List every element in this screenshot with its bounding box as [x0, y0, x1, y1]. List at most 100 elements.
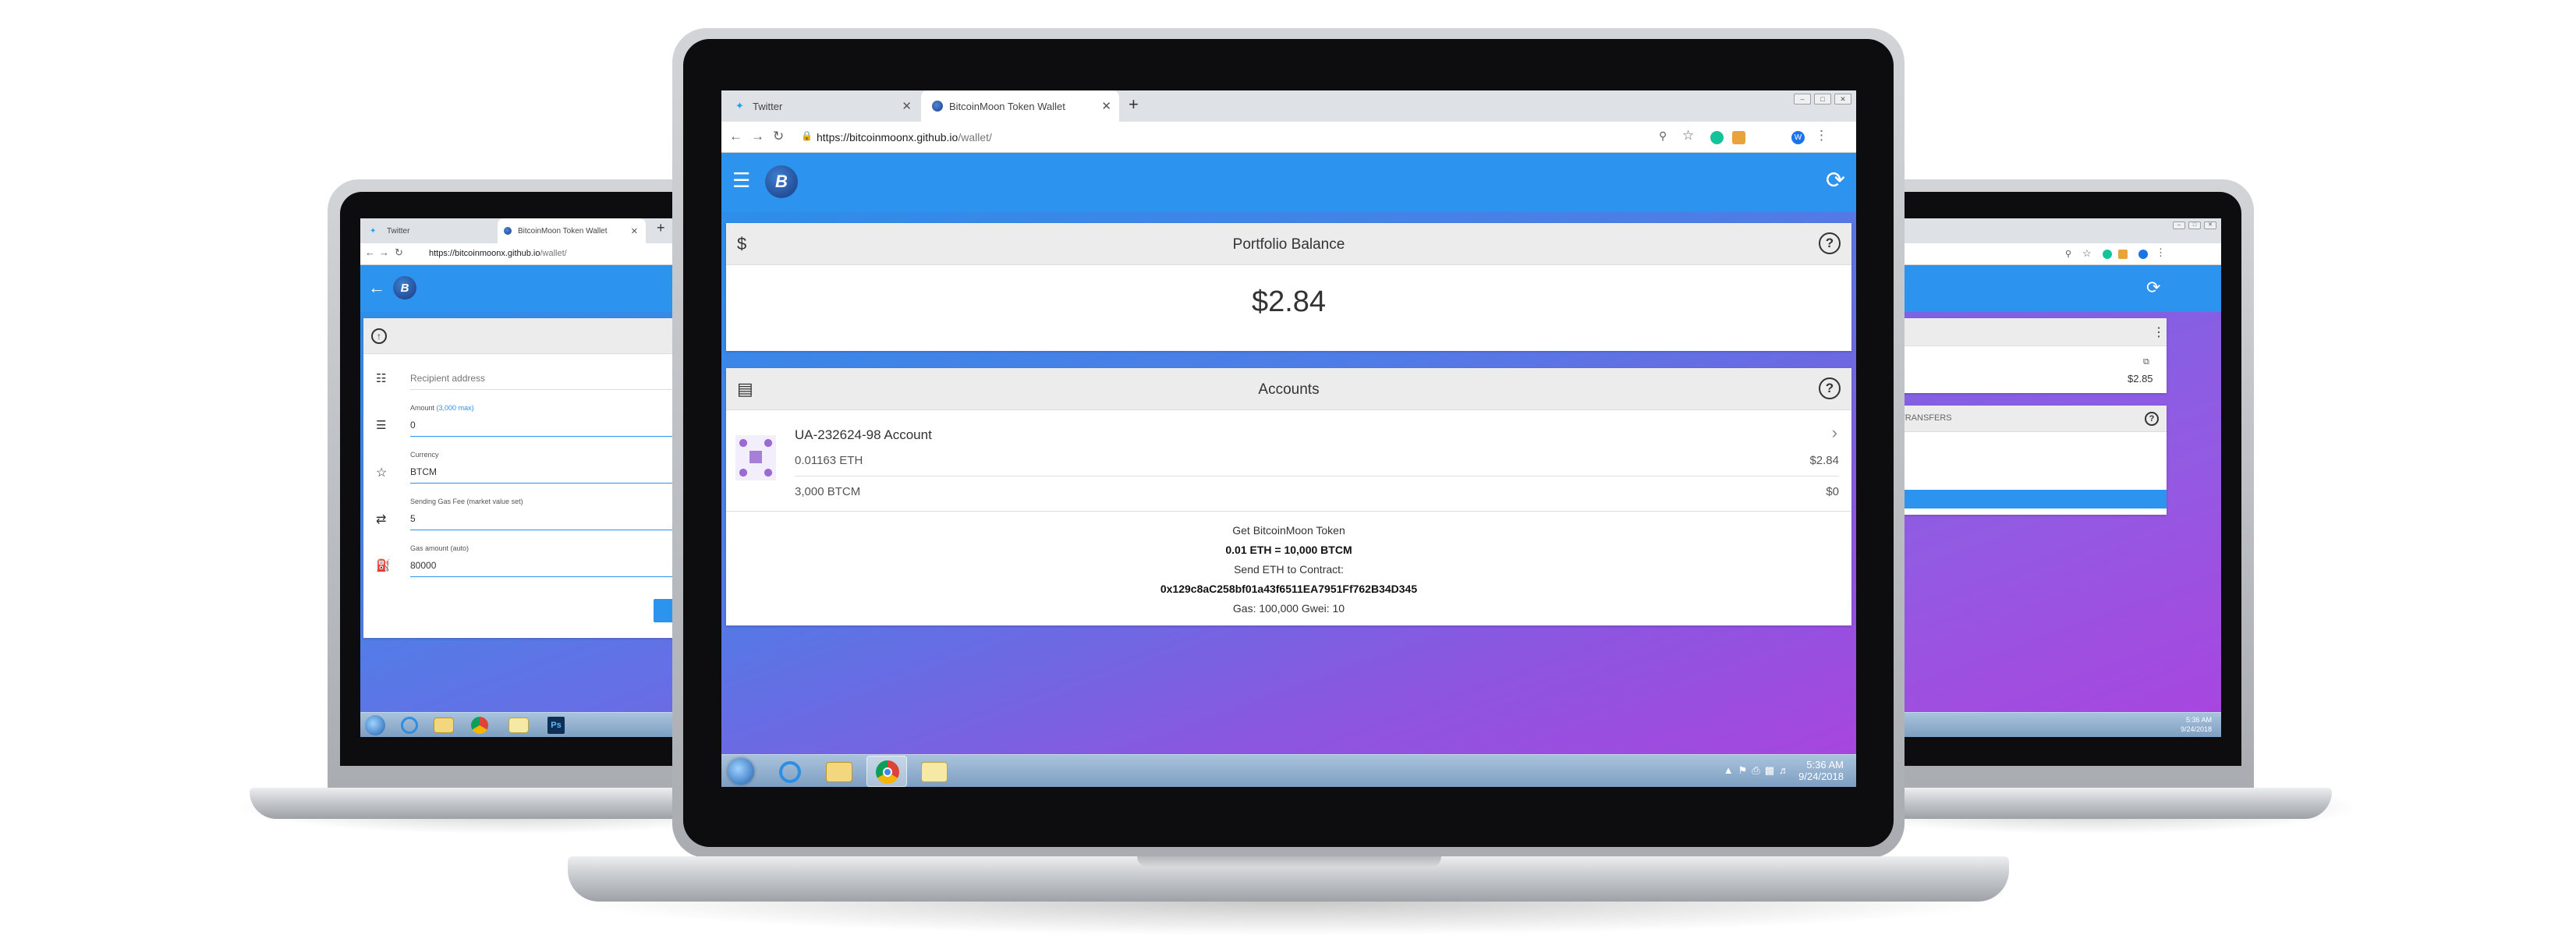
extension-icon[interactable]	[1732, 131, 1745, 144]
right-app-bar: ⟳	[1864, 265, 2221, 312]
menu-dots-icon[interactable]: ⋮	[2156, 246, 2166, 259]
refresh-icon[interactable]: ⟳	[2146, 278, 2160, 298]
send-form-card: ↑ ☷ ☰ Amount (3,000 max) 0 ☆ Currency BT…	[363, 318, 718, 638]
chrome-center-icon	[883, 767, 892, 777]
right-screen: – □ ✕ ⚲ ☆ ⋮ ⟳ ⋮ ⧉ $2.85 TRANSFERS ? 5:36…	[1864, 218, 2221, 737]
profile-avatar-icon[interactable]: W	[1791, 131, 1805, 144]
back-icon[interactable]: ←	[365, 246, 375, 258]
accounts-title: Accounts	[1258, 381, 1320, 398]
close-tab-icon[interactable]: ✕	[902, 99, 912, 113]
amount-input[interactable]: 0	[410, 415, 718, 437]
tab-bar: ✦ Twitter ✕ BitcoinMoon Token Wallet ✕ +…	[721, 90, 1856, 122]
tray-clock[interactable]: 5:36 AM 9/24/2018	[1798, 759, 1844, 782]
chrome-icon[interactable]	[471, 717, 488, 734]
tab-twitter[interactable]: ✦ Twitter ✕	[725, 90, 919, 122]
account-row[interactable]: UA-232624-98 Account › 0.01163 ETH $2.84…	[726, 410, 1851, 512]
amount-max-link[interactable]: (3,000 max)	[437, 404, 474, 412]
minimize-button[interactable]: –	[1794, 94, 1811, 105]
chrome-icon[interactable]	[866, 756, 907, 787]
offer-rate: 0.01 ETH = 10,000 BTCM	[1225, 544, 1352, 556]
close-tab-icon[interactable]: ✕	[631, 226, 638, 236]
back-icon[interactable]: ←	[729, 129, 742, 144]
ie-icon[interactable]	[779, 761, 801, 783]
account-identicon	[735, 435, 776, 480]
left-laptop-base	[250, 788, 718, 819]
start-button[interactable]	[365, 715, 385, 735]
right-action-button[interactable]	[1864, 490, 2167, 508]
accounts-help-icon[interactable]: ?	[1819, 377, 1841, 399]
chevron-right-icon[interactable]: ›	[1832, 423, 1837, 443]
offer-gas: Gas: 100,000 Gwei: 10	[1232, 602, 1345, 615]
copy-icon[interactable]: ⧉	[2143, 357, 2149, 367]
menu-dots-icon[interactable]: ⋮	[1815, 128, 1828, 144]
system-tray: ▲⚑⎙▩♬	[1724, 764, 1794, 776]
close-tab-icon[interactable]: ✕	[1101, 99, 1111, 113]
offer-title: Get BitcoinMoon Token	[1232, 524, 1345, 537]
gas-amount-input[interactable]: 80000	[410, 555, 718, 577]
tab-transfers[interactable]: TRANSFERS	[1900, 413, 1952, 423]
gas-fee-input[interactable]: 5	[410, 508, 718, 530]
hamburger-menu-icon[interactable]: ☰	[732, 168, 750, 193]
recipient-icon: ☷	[376, 372, 387, 385]
left-url-text[interactable]: https://bitcoinmoonx.github.io/wallet/	[429, 249, 567, 258]
url-domain: https://bitcoinmoonx.github.io	[817, 131, 958, 144]
close-window-button[interactable]: ✕	[1834, 94, 1851, 105]
back-arrow-icon[interactable]: ←	[368, 278, 385, 298]
portfolio-balance-value: $2.84	[1251, 285, 1327, 318]
new-tab-button[interactable]: +	[1129, 94, 1139, 115]
reload-icon[interactable]: ↻	[773, 129, 784, 144]
url-path: /wallet/	[540, 249, 567, 258]
photoshop-icon[interactable]: Ps	[547, 717, 565, 734]
maximize-button[interactable]: □	[1814, 94, 1831, 105]
tray-network-icon[interactable]: ▩	[1765, 764, 1779, 776]
forward-icon[interactable]: →	[379, 246, 389, 258]
right-help-icon[interactable]: ?	[2145, 412, 2159, 426]
extension-icon[interactable]	[2118, 250, 2128, 259]
maximize-button[interactable]: □	[2188, 221, 2201, 229]
right-balance-value: $2.85	[2128, 373, 2153, 384]
minimize-button[interactable]: –	[2173, 221, 2185, 229]
reload-icon[interactable]: ↻	[395, 246, 403, 259]
tray-printer-icon[interactable]: ⎙	[1752, 764, 1764, 776]
address-bar: ← → ↻ 🔒 https://bitcoinmoonx.github.io/w…	[721, 122, 1856, 153]
close-window-button[interactable]: ✕	[2204, 221, 2216, 229]
twitter-icon: ✦	[370, 226, 377, 236]
explorer-icon[interactable]	[826, 762, 852, 782]
key-icon[interactable]: ⚲	[1659, 129, 1667, 143]
recipient-input[interactable]	[410, 367, 718, 390]
bookmark-star-icon[interactable]: ☆	[2082, 247, 2093, 259]
more-vert-icon[interactable]: ⋮	[2153, 324, 2165, 340]
tray-flag-icon[interactable]: ⚑	[1738, 764, 1752, 776]
right-tray-date: 9/24/2018	[2180, 725, 2212, 733]
notes-icon[interactable]	[921, 762, 948, 782]
notes-icon[interactable]	[508, 718, 529, 733]
account-name: UA-232624-98 Account	[795, 427, 932, 442]
app-logo[interactable]: B	[765, 165, 798, 198]
tray-arrow-icon[interactable]: ▲	[1724, 764, 1738, 776]
portfolio-help-icon[interactable]: ?	[1819, 232, 1841, 254]
left-address-bar: ← → ↻ https://bitcoinmoonx.github.io/wal…	[360, 243, 718, 265]
right-tray-clock: 5:36 AM 9/24/2018	[2181, 715, 2212, 734]
right-laptop-base	[1864, 788, 2332, 819]
bookmark-star-icon[interactable]: ☆	[1682, 128, 1694, 144]
account-eth-amount: 0.01163 ETH	[795, 454, 863, 467]
new-tab-button[interactable]: +	[657, 220, 665, 236]
forward-icon[interactable]: →	[751, 129, 764, 144]
key-icon[interactable]: ⚲	[2065, 249, 2075, 259]
grammarly-icon[interactable]	[1710, 131, 1724, 144]
url-text[interactable]: https://bitcoinmoonx.github.io/wallet/	[817, 131, 992, 144]
start-button[interactable]	[728, 758, 754, 785]
tab-wallet[interactable]: BitcoinMoon Token Wallet ✕	[921, 90, 1119, 122]
grammarly-icon[interactable]	[2103, 250, 2112, 259]
left-tab-twitter[interactable]: ✦ Twitter	[363, 218, 496, 243]
currency-select[interactable]: BTCM	[410, 462, 718, 484]
refresh-icon[interactable]: ⟳	[1826, 167, 1845, 194]
profile-avatar-icon[interactable]	[2138, 250, 2148, 259]
ie-icon[interactable]	[401, 717, 418, 734]
gas-amount-label: Gas amount (auto)	[410, 544, 469, 552]
bitcoinmoon-favicon-icon	[504, 227, 512, 235]
explorer-icon[interactable]	[434, 718, 454, 733]
tray-volume-icon[interactable]: ♬	[1779, 764, 1794, 776]
contract-address[interactable]: 0x129c8aC258bf01a43f6511EA7951Ff762B34D3…	[726, 579, 1851, 599]
left-tab-wallet[interactable]: BitcoinMoon Token Wallet ✕	[498, 218, 646, 243]
